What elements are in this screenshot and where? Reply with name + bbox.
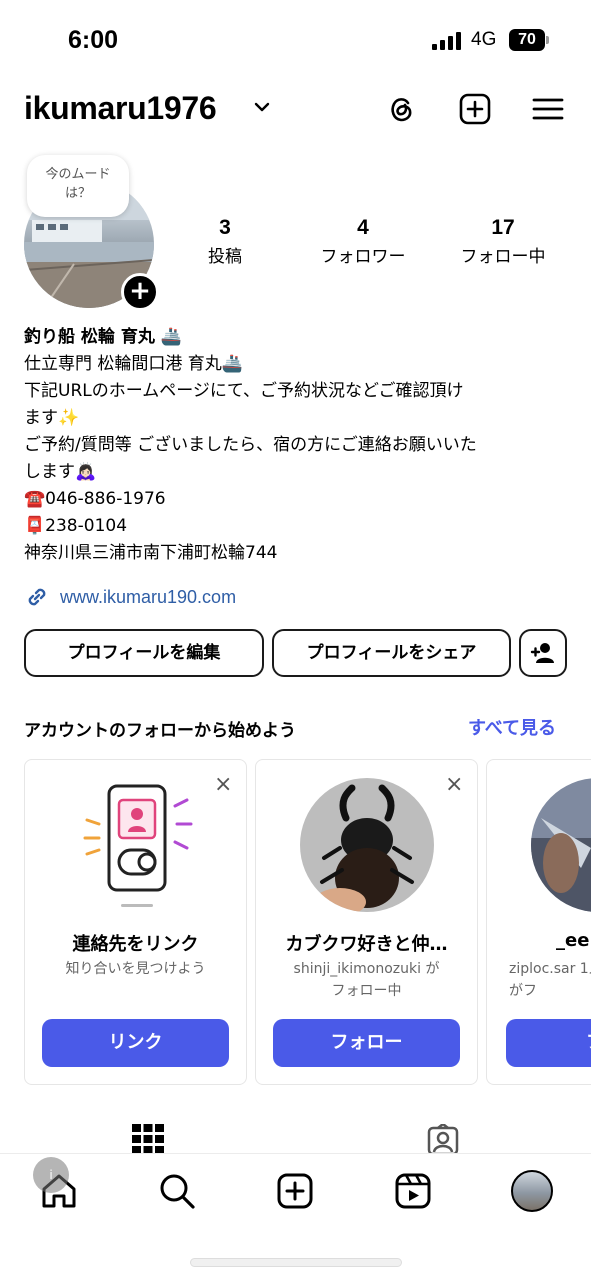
- signal-icon: [432, 32, 461, 50]
- bio-line: 仕立専門 松輪間口港 育丸🚢: [24, 354, 243, 374]
- followers-stat[interactable]: 4 フォロワー: [308, 216, 418, 267]
- suggestion-card-contacts: × 連絡先をリンク 知り合いを見つけよう リンク: [24, 759, 247, 1085]
- bio-postal: 📮238-0104: [24, 516, 128, 536]
- fishing-photo: [531, 778, 591, 912]
- profile-bio: 釣り船 松輪 育丸 🚢 仕立専門 松輪間口港 育丸🚢 下記URLのホームページに…: [24, 324, 569, 567]
- card-title: カブクワ好きと仲…: [285, 934, 448, 955]
- grid-icon[interactable]: [132, 1124, 164, 1154]
- posts-label: 投稿: [208, 247, 242, 267]
- posts-stat[interactable]: 3 投稿: [196, 216, 254, 267]
- following-label: フォロー中: [460, 247, 546, 267]
- link-contacts-button[interactable]: リンク: [42, 1019, 229, 1067]
- create-icon[interactable]: [276, 1172, 314, 1210]
- username-switcher[interactable]: ikumaru1976: [24, 90, 217, 127]
- profile-tab-avatar[interactable]: [511, 1170, 553, 1212]
- profile-header: ikumaru1976: [0, 86, 591, 136]
- bio-line: ます✨: [24, 408, 80, 428]
- card-title: _ee: [556, 930, 590, 951]
- beetle-photo: [300, 778, 434, 912]
- discover-people-button[interactable]: [519, 629, 567, 677]
- card-subtitle: shinji_ikimonozuki が フォロー中: [293, 961, 440, 999]
- posts-count: 3: [219, 216, 231, 239]
- reels-icon[interactable]: [394, 1172, 432, 1210]
- card-subtitle: 知り合いを見つけよう: [65, 961, 206, 977]
- info-floating-button[interactable]: i: [33, 1157, 69, 1193]
- bio-line: ご予約/質問等 ございましたら、宿の方にご連絡お願いいた: [24, 435, 477, 455]
- following-count: 17: [491, 216, 515, 239]
- edit-profile-button[interactable]: プロフィールを編集: [24, 629, 264, 677]
- suggestion-card-user: × カブクワ好きと仲… shinji_ikimonozuki が フォロー中 フ…: [255, 759, 478, 1085]
- close-icon[interactable]: ×: [445, 774, 463, 796]
- suggestions-title: アカウントのフォローから始めよう: [24, 721, 296, 741]
- close-icon[interactable]: ×: [214, 774, 232, 796]
- battery-tip: [546, 36, 549, 44]
- followers-label: フォロワー: [320, 247, 406, 267]
- suggestion-card-user: _ee ziploc.sar 1人がフ フォ: [486, 759, 591, 1085]
- share-profile-button[interactable]: プロフィールをシェア: [272, 629, 511, 677]
- link-url[interactable]: www.ikumaru190.com: [60, 587, 236, 608]
- new-post-icon[interactable]: [458, 92, 492, 126]
- followers-count: 4: [357, 216, 369, 239]
- home-indicator: [190, 1258, 402, 1267]
- contacts-phone-illustration: [83, 784, 193, 907]
- bio-phone: ☎️046-886-1976: [24, 489, 166, 509]
- display-name: 釣り船 松輪 育丸 🚢: [24, 327, 182, 347]
- follow-button[interactable]: フォロー: [273, 1019, 460, 1067]
- see-all-link[interactable]: すべて見る: [468, 714, 556, 740]
- card-subtitle: ziploc.sar 1人がフ: [509, 961, 591, 999]
- bio-address: 神奈川県三浦市南下浦町松輪744: [24, 543, 278, 563]
- threads-icon[interactable]: [385, 92, 419, 126]
- bio-line: します🙇🏻‍♀️: [24, 462, 97, 482]
- search-icon[interactable]: [158, 1172, 196, 1210]
- clock: 6:00: [68, 26, 119, 54]
- battery-icon: 70: [509, 29, 545, 51]
- menu-icon[interactable]: [531, 92, 565, 126]
- card-title: 連絡先をリンク: [72, 934, 199, 955]
- tagged-icon[interactable]: [427, 1124, 459, 1154]
- link-icon: [28, 588, 46, 606]
- status-bar: 6:00 4G 70: [0, 0, 591, 80]
- add-story-button[interactable]: +: [121, 273, 159, 311]
- network-label: 4G: [471, 29, 497, 50]
- suggested-user-avatar[interactable]: [531, 778, 591, 912]
- add-person-icon: [530, 643, 554, 663]
- suggested-user-avatar[interactable]: [300, 778, 434, 912]
- chevron-down-icon[interactable]: [253, 100, 271, 114]
- profile-link[interactable]: www.ikumaru190.com: [24, 583, 236, 611]
- follow-button[interactable]: フォ: [506, 1019, 591, 1067]
- mood-note-bubble[interactable]: 今のムード は？: [27, 155, 129, 217]
- mood-note-text: 今のムード は？: [45, 167, 111, 201]
- following-stat[interactable]: 17 フォロー中: [448, 216, 558, 267]
- bio-line: 下記URLのホームページにて、ご予約状況などご確認頂け: [24, 381, 464, 401]
